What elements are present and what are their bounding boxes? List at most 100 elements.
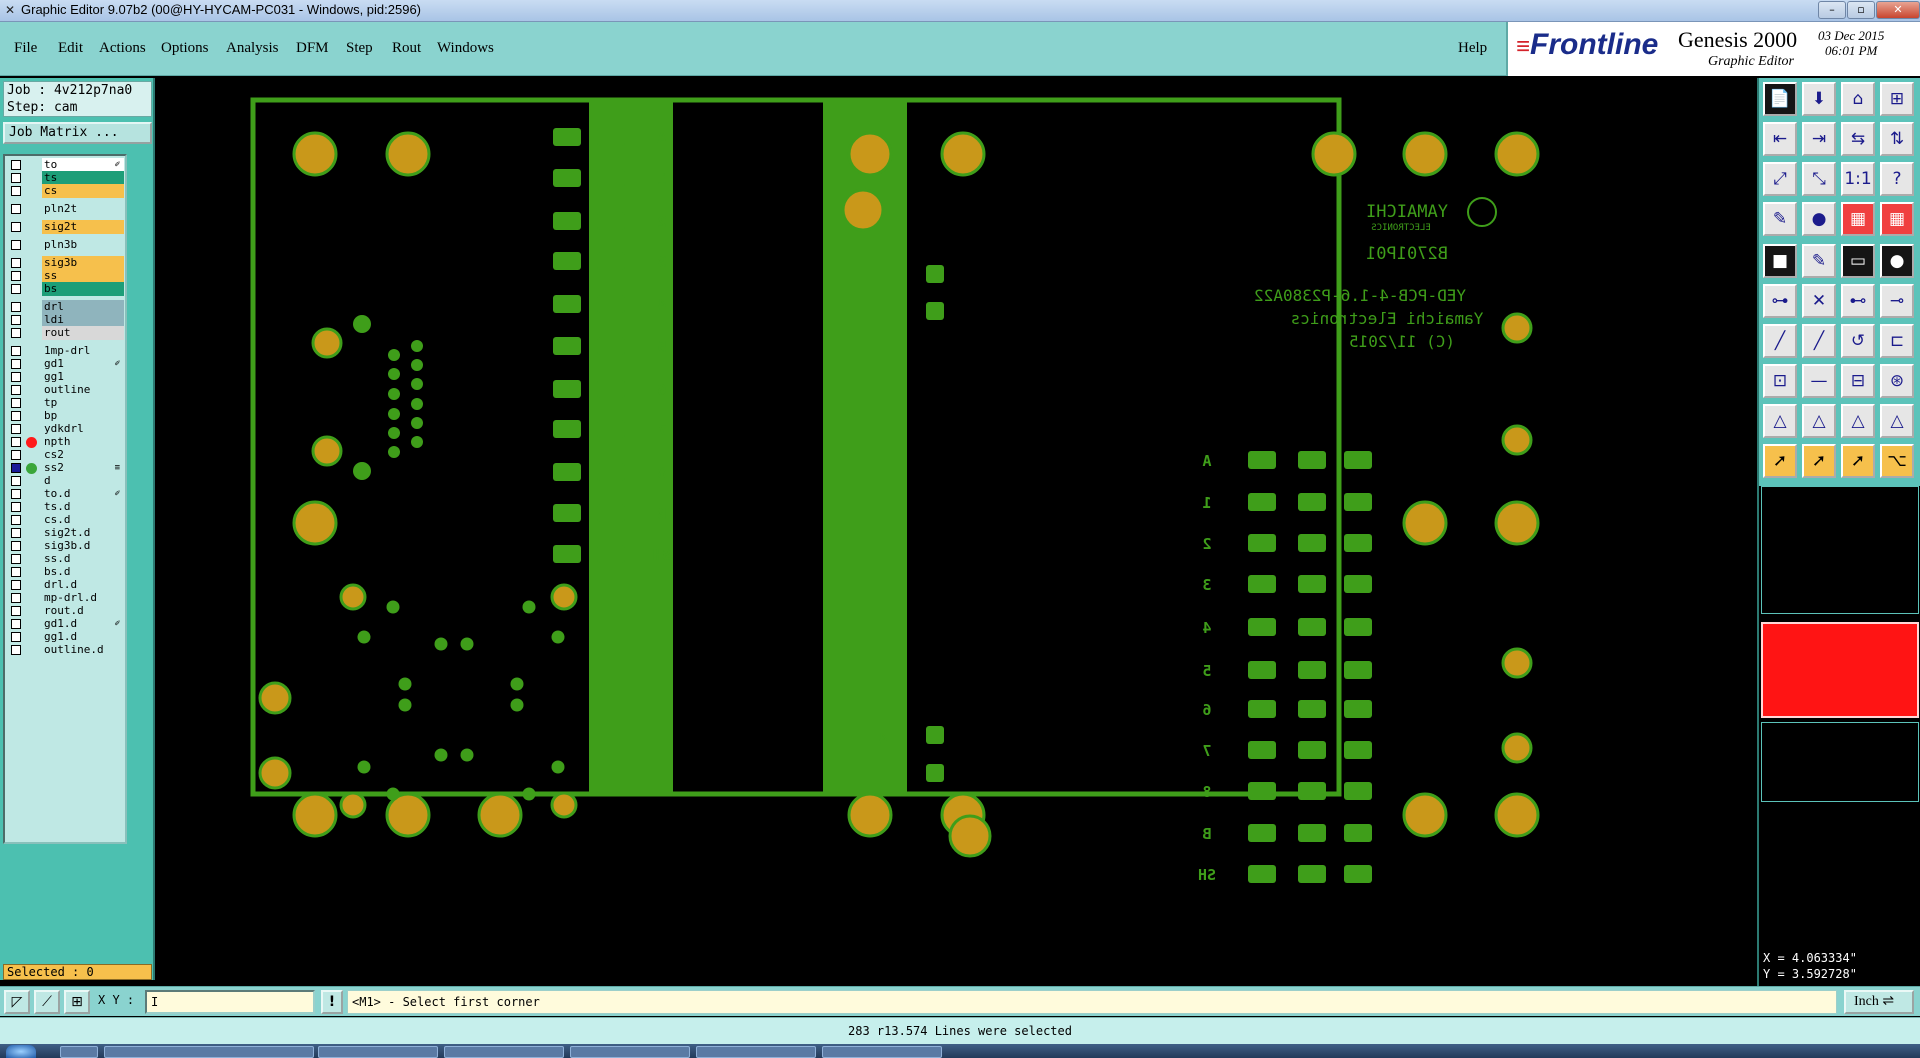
layer-row[interactable]: to.d ✐ [7, 487, 125, 501]
layer-name[interactable]: bs.d [42, 565, 124, 579]
job-matrix-button[interactable]: Job Matrix ... [3, 122, 152, 144]
layer-name[interactable]: sig3b [42, 256, 124, 270]
grid-tool-icon[interactable]: ⊞ [1880, 82, 1914, 116]
layer-checkbox[interactable] [11, 593, 21, 603]
save-tool-icon[interactable]: ⬇ [1802, 82, 1836, 116]
grid-tool-icon[interactable]: ⊞ [64, 990, 90, 1014]
layer-row[interactable]: ydkdrl [7, 422, 125, 436]
layer-checkbox[interactable] [11, 385, 21, 395]
menu-file[interactable]: File [14, 40, 37, 57]
snap-tool-icon[interactable]: ▦ [1841, 202, 1875, 236]
mini-view-active[interactable] [1761, 622, 1919, 718]
layer-name[interactable]: pln3b [42, 238, 124, 252]
layer-name[interactable]: to.d ✐ [42, 487, 124, 501]
layer-name[interactable]: mp-drl.d [42, 591, 124, 605]
layer-name[interactable]: ydkdrl [42, 422, 124, 436]
triangle-3-tool-icon[interactable]: △ [1841, 404, 1875, 438]
layer-checkbox[interactable] [11, 359, 21, 369]
layer-name[interactable]: ss.d [42, 552, 124, 566]
layer-row[interactable]: to ✐ [7, 158, 125, 172]
xy-input[interactable]: I [145, 990, 315, 1014]
zoom-tool-icon[interactable]: ◸ [4, 990, 30, 1014]
layer-checkbox[interactable] [11, 437, 21, 447]
line-tool-icon[interactable]: ╱ [1763, 324, 1797, 358]
layer-row[interactable]: gg1.d [7, 630, 125, 644]
layer-row[interactable]: drl.d [7, 578, 125, 592]
layer-row[interactable]: pln3b [7, 238, 125, 252]
layer-checkbox[interactable] [11, 204, 21, 214]
layer-name[interactable]: to ✐ [42, 158, 124, 172]
measure-tool-icon[interactable]: ▭ [1841, 244, 1875, 278]
select-3-tool-icon[interactable]: ➚ [1841, 444, 1875, 478]
layer-checkbox[interactable] [11, 645, 21, 655]
layer-row[interactable]: sig3b.d [7, 539, 125, 553]
taskbar-item[interactable] [318, 1046, 438, 1058]
layer-checkbox[interactable] [11, 271, 21, 281]
layer-checkbox[interactable] [11, 258, 21, 268]
layer-name[interactable]: cs.d [42, 513, 124, 527]
taskbar-item[interactable] [570, 1046, 690, 1058]
layer-name[interactable]: d [42, 474, 124, 488]
taskbar-item[interactable] [60, 1046, 98, 1058]
layer-name[interactable]: ldi [42, 313, 124, 327]
layer-checkbox[interactable] [11, 302, 21, 312]
layer-name[interactable]: gg1.d [42, 630, 124, 644]
link-in-tool-icon[interactable]: ⊸ [1880, 284, 1914, 318]
layer-row[interactable]: d [7, 474, 125, 488]
link-tool-icon[interactable]: ⊶ [1763, 284, 1797, 318]
layer-row[interactable]: pln2t [7, 202, 125, 216]
dot-tool-icon[interactable]: ● [1880, 244, 1914, 278]
layer-name[interactable]: gd1.d ✐ [42, 617, 124, 631]
rotate-tool-icon[interactable]: ↺ [1841, 324, 1875, 358]
triangle-2-tool-icon[interactable]: △ [1802, 404, 1836, 438]
layer-checkbox[interactable] [11, 450, 21, 460]
right-tool-icon[interactable]: ⇥ [1802, 122, 1836, 156]
bracket-tool-icon[interactable]: ⊏ [1880, 324, 1914, 358]
one-to-one-tool-icon[interactable]: 1:1 [1841, 162, 1875, 196]
swap-v-tool-icon[interactable]: ⇅ [1880, 122, 1914, 156]
layer-checkbox[interactable] [11, 476, 21, 486]
select-alt-tool-icon[interactable]: ➚ [1802, 444, 1836, 478]
layer-row[interactable]: 1mp-drl [7, 344, 125, 358]
taskbar-item[interactable] [444, 1046, 564, 1058]
layer-row[interactable]: ss2 ≡ [7, 461, 125, 475]
mini-view-1[interactable] [1761, 486, 1919, 614]
layer-row[interactable]: bs.d [7, 565, 125, 579]
layer-name[interactable]: sig2t.d [42, 526, 124, 540]
layer-row[interactable]: npth [7, 435, 125, 449]
layer-checkbox[interactable] [11, 424, 21, 434]
layer-checkbox[interactable] [11, 284, 21, 294]
layer-name[interactable]: outline.d [42, 643, 124, 657]
layer-checkbox[interactable] [11, 240, 21, 250]
menu-actions[interactable]: Actions [99, 40, 146, 57]
layer-name[interactable]: ts [42, 171, 124, 185]
layer-row[interactable]: gd1 ✐ [7, 357, 125, 371]
graphic-canvas[interactable]: A 1 2 3 4 5 6 7 8 B SH 4 A 1 2 3 4 5 6 7 8 B SH YAMAICHI ELECTRO… [157, 78, 1757, 986]
layer-row[interactable]: rout [7, 326, 125, 340]
layer-name[interactable]: bs [42, 282, 124, 296]
layer-row[interactable]: sig3b [7, 256, 125, 270]
menu-dfm[interactable]: DFM [296, 40, 329, 57]
layer-checkbox[interactable] [11, 489, 21, 499]
cross-tool-icon[interactable]: ✕ [1802, 284, 1836, 318]
fill-tool-icon[interactable]: ■ [1763, 244, 1797, 278]
layer-checkbox[interactable] [11, 315, 21, 325]
layer-row[interactable]: gg1 [7, 370, 125, 384]
layer-row[interactable]: ts [7, 171, 125, 185]
menu-options[interactable]: Options [161, 40, 209, 57]
layer-row[interactable]: outline.d [7, 643, 125, 657]
layer-checkbox[interactable] [11, 606, 21, 616]
pcb-board[interactable]: A 1 2 3 4 5 6 7 8 B SH 4 A 1 2 3 4 5 6 7 8 B SH YAMAICHIELECTRO… [157, 78, 1757, 986]
layer-checkbox[interactable] [11, 528, 21, 538]
unit-selector[interactable]: Inch ⇌ [1844, 990, 1914, 1014]
layer-row[interactable]: gd1.d ✐ [7, 617, 125, 631]
layer-row[interactable]: sig2t.d [7, 526, 125, 540]
layer-name[interactable]: ss [42, 269, 124, 283]
mini-view-3[interactable] [1761, 722, 1919, 802]
dash-tool-icon[interactable]: — [1802, 364, 1836, 398]
exclaim-button[interactable]: ! [321, 990, 343, 1014]
layer-name[interactable]: outline [42, 383, 124, 397]
help-tool-icon[interactable]: ? [1880, 162, 1914, 196]
select-tool-icon[interactable]: ➚ [1763, 444, 1797, 478]
menu-analysis[interactable]: Analysis [226, 40, 279, 57]
